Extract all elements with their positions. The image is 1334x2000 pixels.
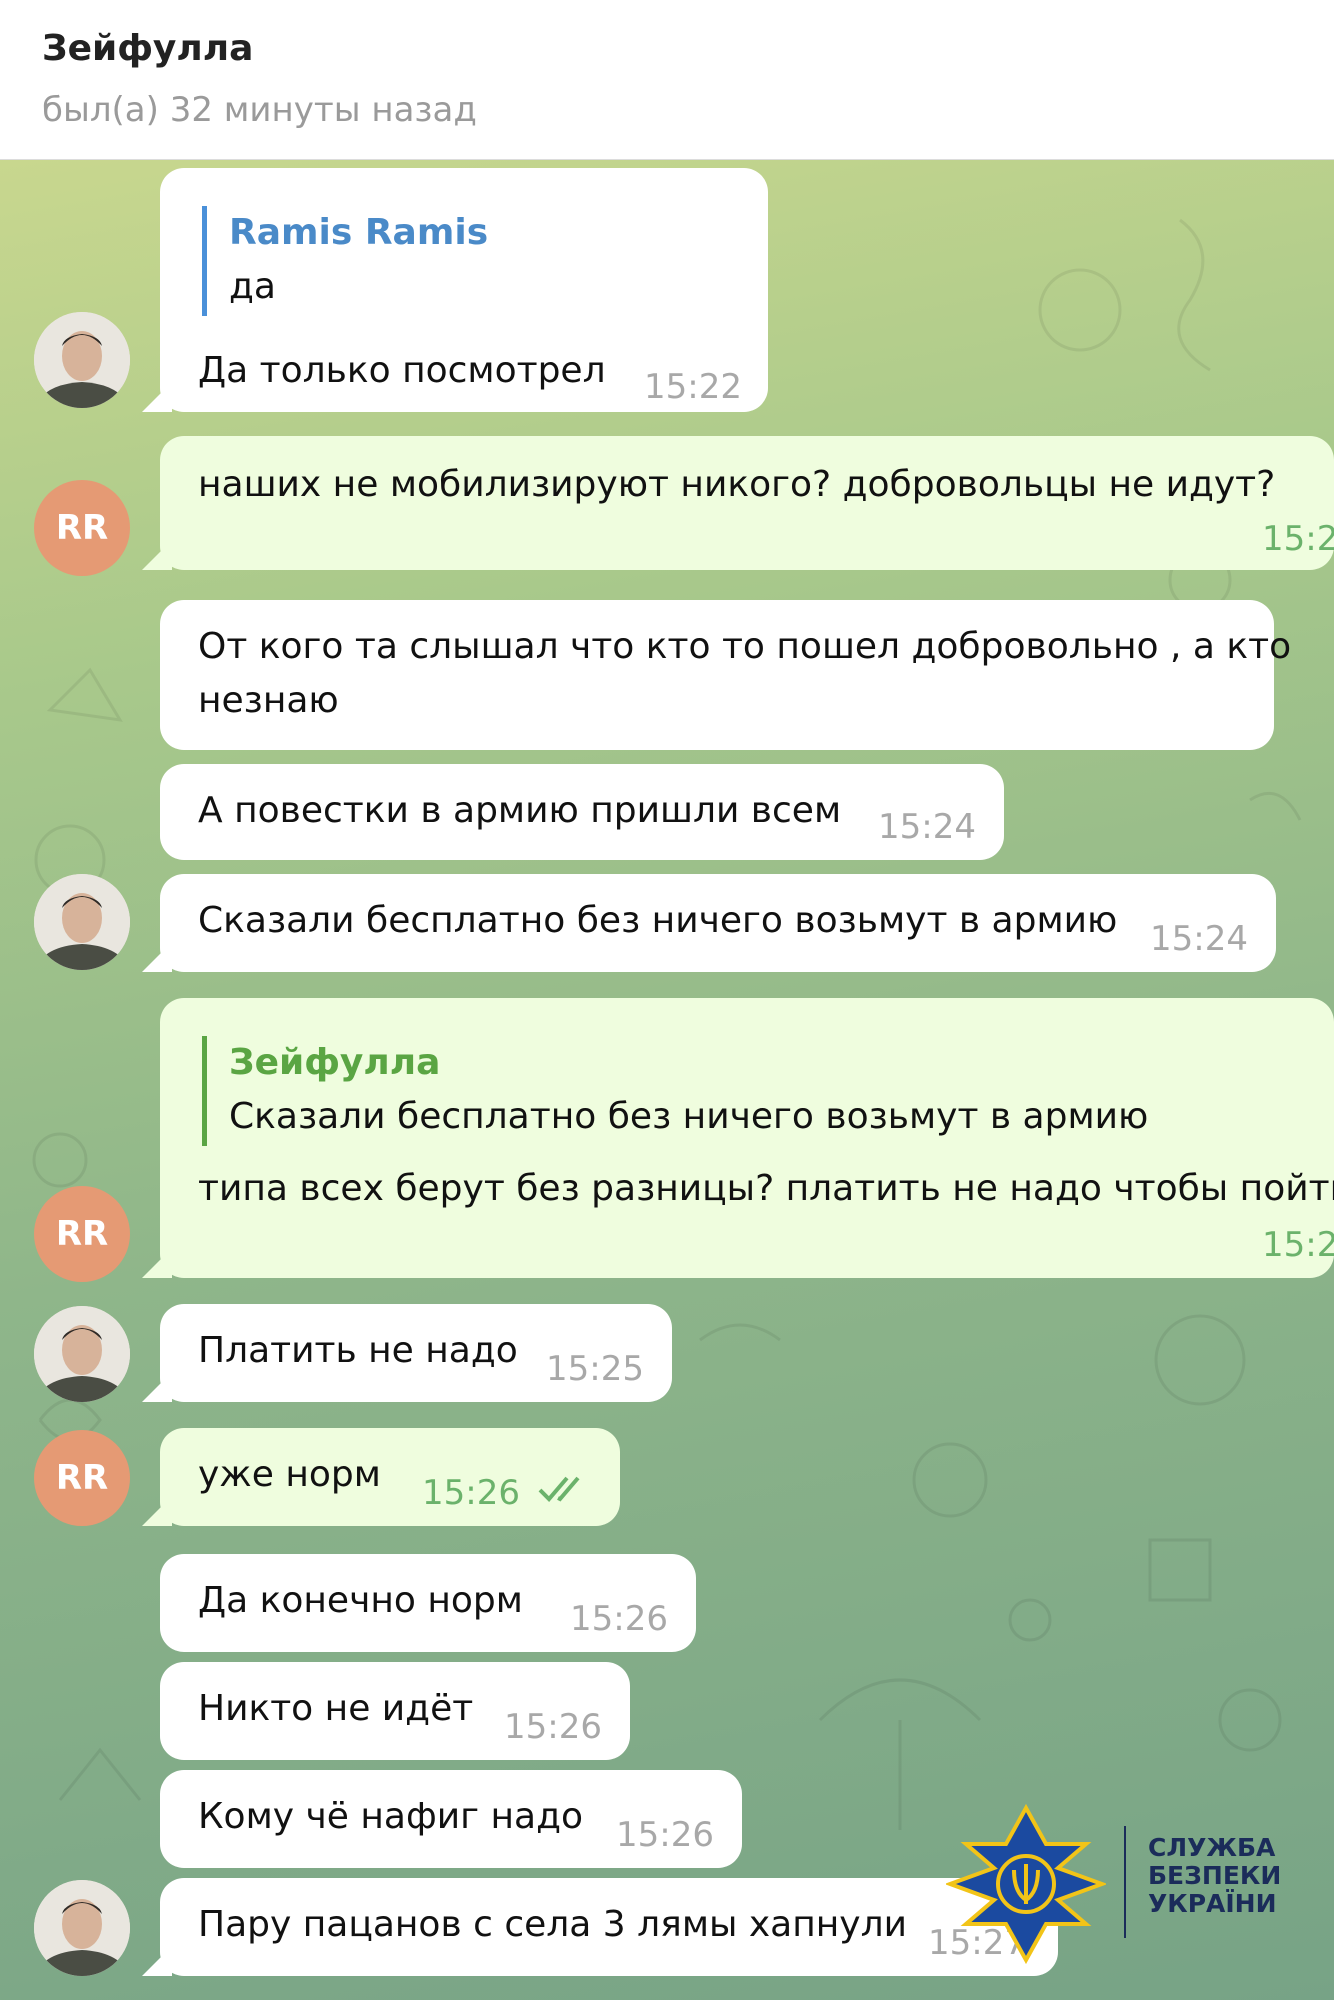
- message-time: 15:26: [570, 1599, 668, 1639]
- message-text: Никто не идёт: [198, 1688, 474, 1729]
- incoming-message[interactable]: Платить не надо 15:25: [160, 1304, 672, 1402]
- zeyfulla-avatar[interactable]: [34, 874, 130, 970]
- message-text: Пару пацанов с села 3 лямы хапнули: [198, 1904, 907, 1945]
- message-text: Сказали бесплатно без ничего возьмут в а…: [198, 900, 1118, 941]
- rr-avatar[interactable]: RR: [34, 1430, 130, 1526]
- message-text: Кому чё нафиг надо: [198, 1796, 583, 1837]
- message-text: типа всех берут без разницы? платить не …: [198, 1168, 1334, 1209]
- incoming-message[interactable]: Кому чё нафиг надо 15:26: [160, 1770, 742, 1868]
- reply-quote[interactable]: Ramis Ramis да: [202, 206, 488, 316]
- incoming-message[interactable]: Пару пацанов с села 3 лямы хапнули 15:27: [160, 1878, 1058, 1976]
- incoming-message[interactable]: Никто не идёт 15:26: [160, 1662, 630, 1760]
- reply-text: да: [229, 266, 276, 307]
- incoming-message[interactable]: Сказали бесплатно без ничего возьмут в а…: [160, 874, 1276, 972]
- logo-line-1: СЛУЖБА: [1148, 1833, 1276, 1862]
- message-time: 15:22: [644, 367, 742, 407]
- incoming-message[interactable]: Да конечно норм 15:26: [160, 1554, 696, 1652]
- person-photo-icon: [34, 874, 130, 970]
- reply-author: Ramis Ramis: [229, 212, 489, 253]
- rr-avatar[interactable]: RR: [34, 1186, 130, 1282]
- message-list[interactable]: Ramis Ramis да Да только посмотрел 15:22…: [0, 160, 1334, 2000]
- outgoing-message[interactable]: наших не мобилизируют никого? добровольц…: [160, 436, 1334, 570]
- ssu-emblem-icon: [946, 1804, 1106, 1964]
- contact-name: Зейфулла: [42, 28, 254, 69]
- logo-text: СЛУЖБА БЕЗПЕКИ УКРАЇНИ: [1148, 1834, 1281, 1918]
- message-text: наших не мобилизируют никого? добровольц…: [198, 464, 1276, 505]
- reply-author: Зейфулла: [229, 1042, 441, 1083]
- incoming-message[interactable]: От кого та слышал что кто то пошел добро…: [160, 600, 1291, 750]
- incoming-message[interactable]: А повестки в армию пришли всем 15:24: [160, 764, 1004, 860]
- ssu-watermark: СЛУЖБА БЕЗПЕКИ УКРАЇНИ: [946, 1804, 1326, 1964]
- message-text: Платить не надо: [198, 1330, 518, 1371]
- message-text: А повестки в армию пришли всем: [198, 790, 842, 831]
- last-seen-status: был(а) 32 минуты назад: [42, 90, 477, 130]
- logo-divider: [1124, 1826, 1126, 1938]
- message-time: 15:26: [616, 1815, 714, 1855]
- outgoing-message[interactable]: Зейфулла Сказали бесплатно без ничего во…: [160, 998, 1334, 1278]
- message-time: 15:25: [546, 1349, 644, 1389]
- message-time: 15:2: [1262, 1225, 1334, 1265]
- outgoing-message[interactable]: уже норм 15:26: [160, 1428, 620, 1526]
- logo-line-3: УКРАЇНИ: [1148, 1889, 1277, 1918]
- chat-header[interactable]: Зейфулла был(а) 32 минуты назад: [0, 0, 1334, 160]
- message-time: 15:24: [878, 807, 976, 847]
- rr-avatar[interactable]: RR: [34, 480, 130, 576]
- zeyfulla-avatar[interactable]: [34, 1306, 130, 1402]
- message-time: 15:26: [422, 1473, 520, 1513]
- double-check-icon: [538, 1476, 580, 1502]
- message-text-line-2: незнаю: [198, 680, 339, 721]
- incoming-message[interactable]: Ramis Ramis да Да только посмотрел 15:22: [160, 168, 768, 412]
- person-photo-icon: [34, 1880, 130, 1976]
- message-text: Да конечно норм: [198, 1580, 523, 1621]
- message-text: Да только посмотрел: [198, 350, 606, 391]
- zeyfulla-avatar[interactable]: [34, 312, 130, 408]
- logo-line-2: БЕЗПЕКИ: [1148, 1861, 1282, 1890]
- reply-text: Сказали бесплатно без ничего возьмут в а…: [229, 1096, 1149, 1137]
- zeyfulla-avatar[interactable]: [34, 1880, 130, 1976]
- reply-quote[interactable]: Зейфулла Сказали бесплатно без ничего во…: [202, 1036, 1148, 1146]
- message-text: уже норм: [198, 1454, 381, 1495]
- message-time: 15:26: [504, 1707, 602, 1747]
- message-time: 15:2: [1262, 519, 1334, 559]
- message-text: От кого та слышал что кто то пошел добро…: [198, 626, 1292, 667]
- message-time: 15:24: [1150, 919, 1248, 959]
- person-photo-icon: [34, 1306, 130, 1402]
- person-photo-icon: [34, 312, 130, 408]
